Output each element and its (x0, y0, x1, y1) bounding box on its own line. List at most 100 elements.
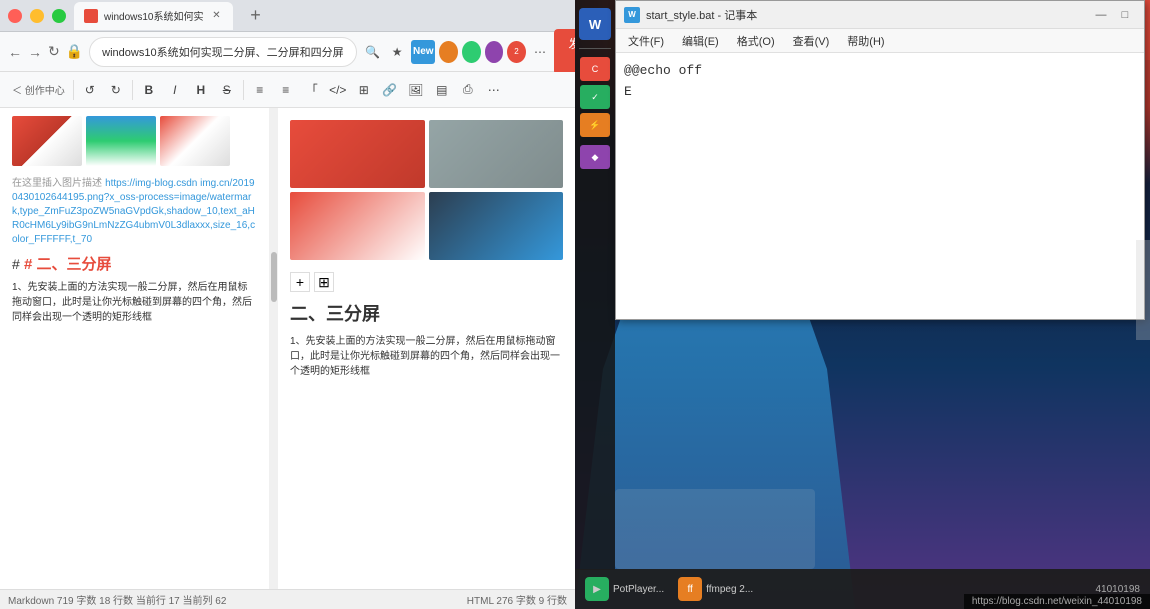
left-panel: 在这里插入图片描述 https://img-blog.csdn img.cn/2… (0, 108, 270, 589)
tab-favicon (84, 9, 98, 23)
notepad-window-buttons: — □ (1090, 5, 1136, 25)
ffmpeg-label: ffmpeg 2... (706, 584, 753, 595)
menu-edit[interactable]: 编辑(E) (674, 31, 727, 51)
ol-btn[interactable]: ≡ (274, 78, 298, 102)
notepad-maximize-btn[interactable]: □ (1114, 5, 1136, 25)
ul-btn[interactable]: ≡ (248, 78, 272, 102)
collapse-btn[interactable]: ⊞ (314, 272, 334, 292)
notepad-window: W start_style.bat - 记事本 — □ 文件(F) 编辑(E) … (615, 0, 1145, 320)
tab-close-btn[interactable]: ✕ (209, 9, 223, 23)
image-btn[interactable]: 🖼 (404, 78, 428, 102)
format-btn[interactable]: ▤ (430, 78, 454, 102)
ffmpeg-icon: ff (678, 577, 702, 601)
toolbar-divider2 (132, 80, 133, 100)
notepad-icon: W (624, 7, 640, 23)
bold-btn[interactable]: B (137, 78, 161, 102)
potplayer-icon: ▶ (585, 577, 609, 601)
italic-btn[interactable]: I (163, 78, 187, 102)
right-img-3 (290, 192, 425, 260)
app-icon-2[interactable]: ⚡ (580, 113, 610, 137)
right-panel: + ⊞ 二、三分屏 1、先安装上面的方法实现一般二分屏，然后在用鼠标拖动窗口，此… (278, 108, 575, 589)
right-panel-images (290, 120, 563, 260)
browser-titlebar: windows10系统如何实 ✕ + (0, 0, 575, 32)
forward-btn[interactable]: → (28, 38, 42, 66)
link-btn[interactable]: 🔗 (378, 78, 402, 102)
address-bar[interactable]: windows10系统如何实现二分屏、二分屏和四分屏 (89, 37, 356, 67)
url-status-bar: https://blog.csdn.net/weixin_44010198 (964, 594, 1150, 609)
desktop-area: W C ✓ ⚡ ◆ W start_style.bat - 记事本 — □ 文件… (575, 0, 1150, 609)
maximize-window-btn[interactable] (52, 9, 66, 23)
undo-btn[interactable]: ↺ (78, 78, 102, 102)
notepad-title: start_style.bat - 记事本 (646, 7, 1084, 23)
code-line2-text: E (624, 84, 632, 99)
csdn-icon[interactable]: C (580, 57, 610, 81)
print-btn[interactable]: ⎙ (456, 78, 480, 102)
bookmark-icon[interactable]: ★ (387, 40, 407, 64)
close-window-btn[interactable] (8, 9, 22, 23)
potplayer-taskbar-item[interactable]: ▶ PotPlayer... (579, 572, 670, 606)
right-img-1 (290, 120, 425, 188)
extension1-icon[interactable] (439, 41, 458, 63)
code-at: @ (624, 63, 632, 78)
extension4-icon[interactable]: 2 (507, 41, 526, 63)
menu-file[interactable]: 文件(F) (620, 31, 672, 51)
code-line-1: @@echo off (624, 61, 1136, 82)
heading-btn[interactable]: H (189, 78, 213, 102)
right-section-heading: 二、三分屏 (290, 300, 563, 326)
word-icon[interactable]: W (579, 8, 611, 40)
code-line-2: E (624, 82, 1136, 103)
search-icon[interactable]: 🔍 (363, 40, 383, 64)
minimize-window-btn[interactable] (30, 9, 44, 23)
img-placeholder-3 (160, 116, 230, 166)
redo-btn[interactable]: ↻ (104, 78, 128, 102)
section-subheading: # # 二、三分屏 (12, 253, 257, 274)
menu-view[interactable]: 查看(V) (785, 31, 838, 51)
notepad-content[interactable]: @@echo off E (616, 53, 1144, 319)
app-icon-1[interactable]: ✓ (580, 85, 610, 109)
notepad-minimize-btn[interactable]: — (1090, 5, 1112, 25)
section-heading-text: 二、三分屏 (290, 304, 380, 324)
notepad-menu: 文件(F) 编辑(E) 格式(O) 查看(V) 帮助(H) (616, 29, 1144, 53)
quote-btn[interactable]: 「 (300, 78, 324, 102)
scrollbar-thumb[interactable] (271, 252, 277, 302)
thumbnail-1 (12, 116, 82, 166)
left-taskbar: W C ✓ ⚡ ◆ (575, 0, 615, 570)
insert-hint-text: 在这里插入图片描述 (12, 178, 102, 189)
img-placeholder-2 (86, 116, 156, 166)
thumbnail-row (12, 116, 257, 166)
left-section-content: 1、先安装上面的方法实现一般二分屏，然后在用鼠标拖动窗口，此时是让你光标触碰到屏… (12, 280, 257, 325)
scrollbar-track[interactable] (270, 108, 278, 589)
editor-toolbar: ＜ 创作中心 ↺ ↻ B I H S ≡ ≡ 「 </> ⊞ 🔗 🖼 ▤ ⎙ ⋯ (0, 72, 575, 108)
browser-tab[interactable]: windows10系统如何实 ✕ (74, 2, 233, 30)
extension3-icon[interactable] (485, 41, 504, 63)
right-section-content: 1、先安装上面的方法实现一般二分屏，然后在用鼠标拖动窗口，此时是让你光标触碰到屏… (290, 334, 563, 379)
code-echo-off: @echo off (632, 63, 702, 78)
refresh-btn[interactable]: ↻ (48, 38, 60, 66)
home-btn[interactable]: 🔒 (66, 38, 83, 66)
menu-help[interactable]: 帮助(H) (839, 31, 892, 51)
new-tab-btn[interactable]: + (241, 2, 269, 30)
back-btn[interactable]: ← (8, 38, 22, 66)
more-icon[interactable]: ⋯ (530, 40, 550, 64)
expand-btn[interactable]: + (290, 272, 310, 292)
app-icon-3[interactable]: ◆ (580, 145, 610, 169)
ffmpeg-taskbar-item[interactable]: ff ffmpeg 2... (672, 572, 759, 606)
strikethrough-btn[interactable]: S (215, 78, 239, 102)
more-btn[interactable]: ⋯ (482, 78, 506, 102)
browser-toolbar: ← → ↻ 🔒 windows10系统如何实现二分屏、二分屏和四分屏 🔍 ★ N… (0, 32, 575, 72)
table-btn[interactable]: ⊞ (352, 78, 376, 102)
thumbnail-2 (86, 116, 156, 166)
url-status-text: https://blog.csdn.net/weixin_44010198 (972, 596, 1142, 607)
nav-back-label: ＜ 创作中心 (8, 82, 69, 97)
taskbar-separator-1 (579, 48, 611, 49)
right-img-4 (429, 192, 564, 260)
toolbar-divider1 (73, 80, 74, 100)
toolbar-divider3 (243, 80, 244, 100)
extension2-icon[interactable] (462, 41, 481, 63)
notepad-titlebar: W start_style.bat - 记事本 — □ (616, 1, 1144, 29)
img-placeholder-1 (12, 116, 82, 166)
content-area: 在这里插入图片描述 https://img-blog.csdn img.cn/2… (0, 108, 575, 589)
taskbar-time: 41010198 (1090, 584, 1147, 595)
menu-format[interactable]: 格式(O) (729, 31, 783, 51)
code-btn[interactable]: </> (326, 78, 350, 102)
